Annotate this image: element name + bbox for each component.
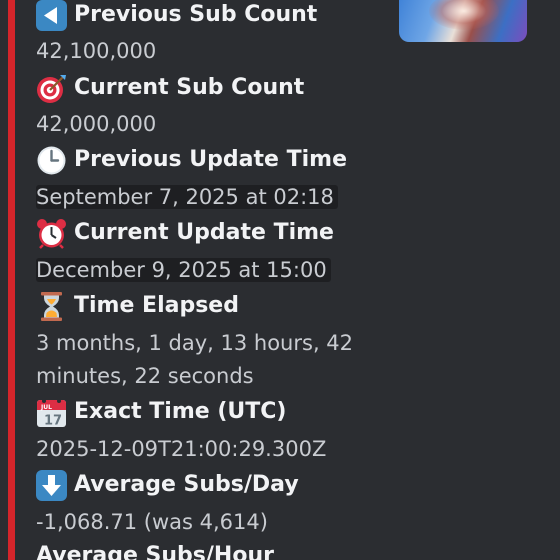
field-name-text: Average Subs/Hour: [36, 543, 274, 560]
field-name-text: Current Update Time: [74, 220, 334, 245]
field-name-current-update-time: Current Update Time: [36, 218, 334, 249]
timestamp-value: September 7, 2025 at 02:18: [36, 185, 338, 209]
thumbnail-image: [429, 0, 499, 30]
field-name-text: Time Elapsed: [74, 293, 239, 318]
field-name-text: Exact Time (UTC): [74, 399, 287, 424]
alarm-clock-icon: [36, 218, 67, 249]
calendar-month: JUL: [40, 404, 52, 411]
embed-accent-bar: [8, 0, 15, 560]
field-value-average-subs-day: -1,068.71 (was 4,614): [36, 510, 268, 534]
field-name-previous-update-time: Previous Update Time: [36, 145, 347, 175]
clock-icon: [36, 145, 67, 176]
embed-thumbnail[interactable]: [399, 0, 527, 42]
field-name-exact-time-utc: JUL 17 Exact Time (UTC): [36, 397, 287, 428]
field-name-average-subs-hour: Average Subs/Hour: [36, 541, 274, 560]
field-name-text: Current Sub Count: [74, 75, 305, 100]
field-value-previous-update-time: September 7, 2025 at 02:18: [36, 181, 338, 214]
field-value-previous-sub-count: 42,100,000: [36, 39, 157, 63]
left-arrow-icon: [36, 0, 67, 31]
down-arrow-icon: [36, 469, 67, 501]
field-name-text: Average Subs/Day: [74, 472, 299, 497]
field-name-average-subs-day: Average Subs/Day: [36, 469, 299, 501]
field-name-text: Previous Update Time: [74, 147, 348, 172]
field-name-time-elapsed: Time Elapsed: [36, 291, 239, 321]
field-value-time-elapsed: 3 months, 1 day, 13 hours, 42 minutes, 2…: [36, 331, 354, 388]
field-name-previous-sub-count: Previous Sub Count: [36, 0, 318, 31]
field-name-current-sub-count: Current Sub Count: [36, 73, 304, 103]
field-value-current-sub-count: 42,000,000: [36, 112, 157, 136]
embed-card: Previous Sub Count 42,100,000 Current Su…: [0, 0, 560, 560]
calendar-icon: JUL 17: [36, 397, 67, 428]
field-name-text: Previous Sub Count: [74, 2, 318, 27]
hourglass-icon: [36, 291, 67, 322]
timestamp-value: December 9, 2025 at 15:00: [36, 258, 331, 282]
calendar-day: 17: [44, 413, 62, 428]
dart-target-icon: [36, 73, 67, 104]
field-value-current-update-time: December 9, 2025 at 15:00: [36, 254, 331, 287]
field-value-exact-time-utc: 2025-12-09T21:00:29.300Z: [36, 437, 327, 461]
